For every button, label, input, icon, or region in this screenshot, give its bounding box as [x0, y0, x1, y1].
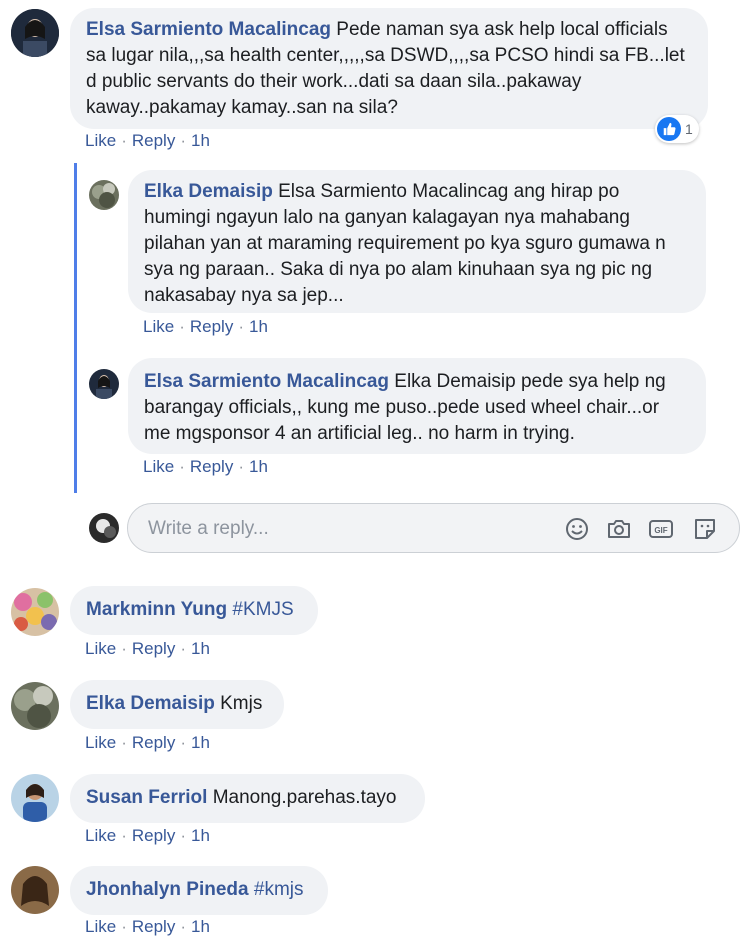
timestamp[interactable]: 1h [249, 317, 268, 336]
like-button[interactable]: Like [85, 826, 116, 845]
avatar[interactable] [11, 866, 59, 914]
like-button[interactable]: Like [143, 317, 174, 336]
avatar[interactable] [11, 774, 59, 822]
gif-icon[interactable]: GIF [648, 516, 674, 542]
reply-thread-line [74, 163, 77, 493]
comment-actions: Like · Reply · 1h [85, 733, 210, 753]
separator: · [238, 317, 244, 336]
separator: · [121, 917, 127, 936]
comment-bubble: Elsa Sarmiento Macalincag Elka Demaisip … [128, 358, 706, 454]
comment-bubble: Elka Demaisip Elsa Sarmiento Macalincag … [128, 170, 706, 313]
like-button[interactable]: Like [85, 131, 116, 150]
timestamp[interactable]: 1h [191, 639, 210, 658]
reply-button[interactable]: Reply [190, 457, 233, 476]
commenter-name[interactable]: Susan Ferriol [86, 787, 207, 808]
reply-input[interactable] [146, 516, 530, 542]
sticker-icon[interactable] [692, 516, 718, 542]
separator: · [121, 639, 127, 658]
timestamp[interactable]: 1h [191, 733, 210, 752]
comment-text: Kmjs [220, 693, 263, 714]
reply-button[interactable]: Reply [132, 826, 175, 845]
comment-bubble: Markminn Yung #KMJS [70, 586, 318, 635]
like-button[interactable]: Like [143, 457, 174, 476]
thumbs-up-icon [657, 117, 681, 141]
reaction-summary[interactable]: 1 [655, 115, 699, 143]
commenter-name[interactable]: Elka Demaisip [86, 693, 215, 714]
reaction-count: 1 [685, 121, 693, 137]
timestamp[interactable]: 1h [191, 131, 210, 150]
separator: · [179, 457, 185, 476]
separator: · [238, 457, 244, 476]
comment-bubble: Jhonhalyn Pineda #kmjs [70, 866, 328, 915]
like-button[interactable]: Like [85, 733, 116, 752]
comment-actions: Like · Reply · 1h [85, 131, 210, 151]
separator: · [180, 131, 186, 150]
commenter-name[interactable]: Elka Demaisip [144, 181, 273, 202]
commenter-name[interactable]: Elsa Sarmiento Macalincag [86, 19, 331, 40]
current-user-avatar [89, 513, 119, 543]
commenter-name[interactable]: Elsa Sarmiento Macalincag [144, 371, 389, 392]
avatar[interactable] [11, 9, 59, 57]
timestamp[interactable]: 1h [191, 917, 210, 936]
comment-bubble: Elsa Sarmiento Macalincag Pede naman sya… [70, 8, 708, 129]
reply-button[interactable]: Reply [132, 917, 175, 936]
gif-label: GIF [654, 526, 667, 535]
like-button[interactable]: Like [85, 917, 116, 936]
avatar[interactable] [89, 180, 119, 210]
comment-actions: Like · Reply · 1h [85, 639, 210, 659]
like-button[interactable]: Like [85, 639, 116, 658]
avatar[interactable] [89, 369, 119, 399]
reply-button[interactable]: Reply [190, 317, 233, 336]
comment-text: Manong.parehas.tayo [212, 787, 397, 808]
avatar[interactable] [11, 588, 59, 636]
emoji-icon[interactable] [564, 516, 590, 542]
comment-actions: Like · Reply · 1h [143, 457, 268, 477]
avatar[interactable] [11, 682, 59, 730]
hashtag-link[interactable]: #kmjs [254, 879, 304, 900]
timestamp[interactable]: 1h [191, 826, 210, 845]
separator: · [180, 639, 186, 658]
comment-actions: Like · Reply · 1h [143, 317, 268, 337]
separator: · [121, 826, 127, 845]
timestamp[interactable]: 1h [249, 457, 268, 476]
reply-button[interactable]: Reply [132, 639, 175, 658]
separator: · [180, 733, 186, 752]
separator: · [121, 733, 127, 752]
camera-icon[interactable] [606, 516, 632, 542]
comment-bubble: Elka Demaisip Kmjs [70, 680, 284, 729]
reply-composer: GIF [127, 503, 740, 553]
separator: · [180, 917, 186, 936]
separator: · [180, 826, 186, 845]
separator: · [121, 131, 127, 150]
commenter-name[interactable]: Jhonhalyn Pineda [86, 879, 249, 900]
hashtag-link[interactable]: #KMJS [232, 599, 293, 620]
separator: · [179, 317, 185, 336]
comment-actions: Like · Reply · 1h [85, 917, 210, 937]
commenter-name[interactable]: Markminn Yung [86, 599, 227, 620]
reply-button[interactable]: Reply [132, 733, 175, 752]
reply-button[interactable]: Reply [132, 131, 175, 150]
comment-bubble: Susan Ferriol Manong.parehas.tayo [70, 774, 425, 823]
comment-actions: Like · Reply · 1h [85, 826, 210, 846]
